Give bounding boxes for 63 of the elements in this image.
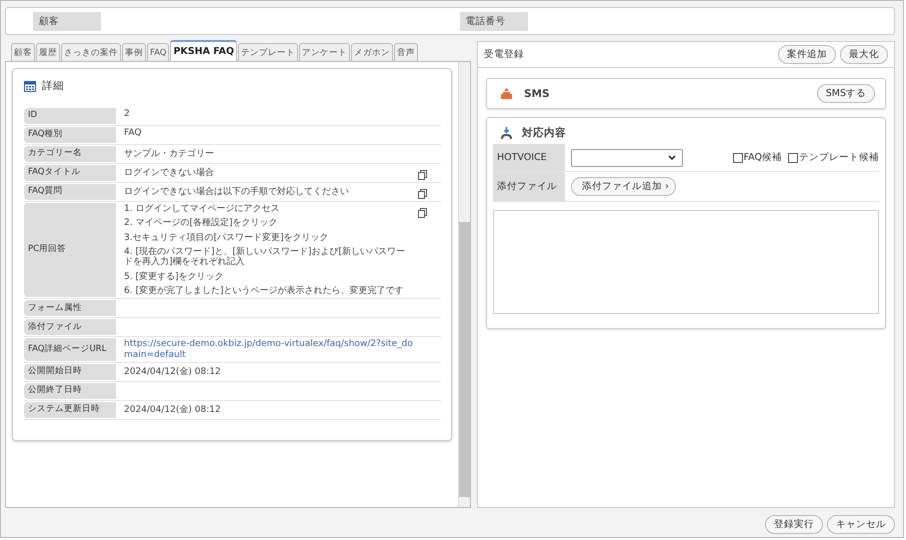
row-value: FAQ — [124, 128, 142, 138]
tab[interactable]: 音声 — [394, 43, 418, 61]
hotvoice-select[interactable] — [571, 148, 683, 166]
field-label: HOTVOICE — [493, 144, 565, 171]
answer-line: 6. [変更が完了しました]というページが表示されたら、変更完了です — [124, 286, 404, 296]
row-label: フォーム属性 — [24, 300, 116, 316]
row-label: FAQ種別 — [24, 127, 116, 143]
copy-icon[interactable] — [418, 208, 427, 218]
tab[interactable]: 事例 — [122, 43, 146, 61]
answer-line: 1. ログインしてマイページにアクセス — [124, 204, 280, 214]
tab[interactable]: さっきの案件 — [61, 43, 121, 61]
row-label: 公開終了日時 — [24, 383, 116, 400]
footer-button[interactable]: キャンセル — [827, 514, 895, 534]
row-value: ログインできない場合 — [124, 168, 214, 178]
answer-line: 3.セキュリティ項目の[パスワード変更]をクリック — [124, 232, 330, 244]
tab[interactable]: 履歴 — [36, 43, 60, 61]
calendar-icon — [24, 80, 36, 92]
section-title: 対応内容 — [522, 126, 566, 140]
row-value: 2 — [124, 109, 130, 119]
footer-button[interactable]: 登録実行 — [765, 514, 823, 534]
scrollbar[interactable] — [458, 62, 470, 507]
answer-line: 5. [変更する]をクリック — [124, 272, 224, 282]
row-label: FAQタイトル — [24, 165, 116, 181]
tab[interactable]: テンプレート — [238, 43, 298, 61]
answer-line: 4. [現在のパスワード]と、[新しいパスワード]および[新しいパスワードを再入力]欄をそれぞれ記入 — [124, 247, 406, 268]
copy-icon[interactable] — [418, 170, 427, 180]
checkbox-label: テンプレート候補 — [799, 151, 879, 164]
copy-icon[interactable] — [418, 189, 427, 199]
row-label: 公開開始日時 — [24, 364, 116, 380]
row-label: FAQ詳細ページURL — [24, 338, 116, 362]
section-title: SMS — [524, 88, 550, 100]
row-label: ID — [24, 108, 116, 124]
row-label: FAQ質問 — [24, 184, 116, 200]
faq-link[interactable]: https://secure-demo.okbiz.jp/demo-virtualex/faq/show/2?site_domain=default — [124, 339, 413, 360]
tab[interactable]: FAQ — [147, 43, 170, 61]
field-label: 電話番号 — [460, 12, 528, 30]
row-label: カテゴリー名 — [24, 146, 116, 162]
tab[interactable]: PKSHA FAQ — [170, 40, 238, 61]
person-icon — [501, 127, 512, 139]
checkbox[interactable] — [788, 152, 798, 162]
chevron-icon — [668, 155, 676, 160]
checkbox[interactable] — [732, 152, 743, 162]
row-value: ログインできない場合は以下の手順で対応してください — [124, 187, 349, 197]
checkbox-label: FAQ候補 — [744, 151, 782, 164]
field-label: 顧客 — [33, 12, 101, 30]
add-attachment-button[interactable]: 添付ファイル追加 › — [571, 177, 676, 196]
row-value: 2024/04/12(金) 08:12 — [124, 367, 221, 378]
header-button[interactable]: 案件追加 — [778, 45, 836, 64]
tab[interactable]: 顧客 — [11, 43, 35, 61]
panel-title: 受電登録 — [484, 48, 524, 61]
tab[interactable]: アンケート — [299, 43, 350, 61]
row-value: 2024/04/12(金) 08:12 — [124, 405, 221, 416]
row-label: システム更新日時 — [24, 402, 116, 418]
row-label: 添付ファイル — [24, 319, 116, 336]
header-button[interactable]: 最大化 — [840, 45, 888, 64]
answer-line: 2. マイページの[各種設定]をクリック — [124, 218, 278, 229]
row-value: サンプル・カテゴリー — [124, 149, 214, 159]
field-label: 添付ファイル — [493, 172, 565, 201]
row-label: PC用回答 — [24, 203, 116, 298]
send-icon — [501, 88, 512, 99]
section-title: 詳細 — [42, 79, 64, 93]
tab[interactable]: メガホン — [351, 43, 394, 61]
sms-button[interactable]: SMSする — [816, 84, 875, 103]
